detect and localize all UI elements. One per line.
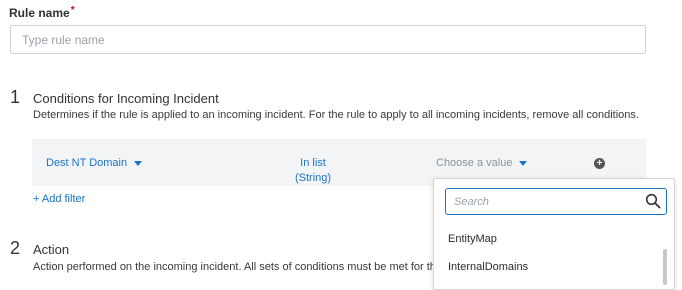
condition-value-dropdown[interactable]: Choose a value [436, 157, 528, 169]
value-dropdown-panel: EntityMap InternalDomains [433, 178, 675, 290]
section-2-number: 2 [10, 238, 21, 258]
rule-name-label: Rule name* [9, 5, 75, 20]
condition-field-label: Dest NT Domain [46, 157, 128, 169]
plus-circle-icon[interactable]: + [594, 158, 605, 169]
rule-name-input[interactable] [10, 25, 646, 54]
required-marker: * [70, 5, 75, 16]
search-icon[interactable] [645, 193, 661, 209]
condition-operator: In list (String) [292, 156, 334, 186]
chevron-down-icon [519, 160, 528, 166]
condition-operator-type: (String) [294, 172, 332, 184]
section-2-description: Action performed on the incoming inciden… [33, 261, 469, 273]
section-1-number: 1 [10, 87, 21, 107]
section-2-title: Action [33, 242, 70, 257]
condition-operator-label: In list [300, 157, 326, 169]
dropdown-search-input[interactable] [445, 188, 667, 215]
section-1-title: Conditions for Incoming Incident [33, 91, 219, 106]
add-filter-link[interactable]: + Add filter [33, 193, 85, 205]
dropdown-option[interactable]: InternalDomains [448, 261, 528, 273]
dropdown-scrollbar[interactable] [663, 249, 667, 285]
rule-name-label-text: Rule name [9, 6, 70, 20]
condition-value-placeholder: Choose a value [436, 157, 513, 169]
chevron-down-icon [134, 160, 143, 166]
dropdown-option[interactable]: EntityMap [448, 233, 497, 245]
condition-field-dropdown[interactable]: Dest NT Domain [46, 157, 143, 169]
section-1-description: Determines if the rule is applied to an … [33, 109, 639, 121]
